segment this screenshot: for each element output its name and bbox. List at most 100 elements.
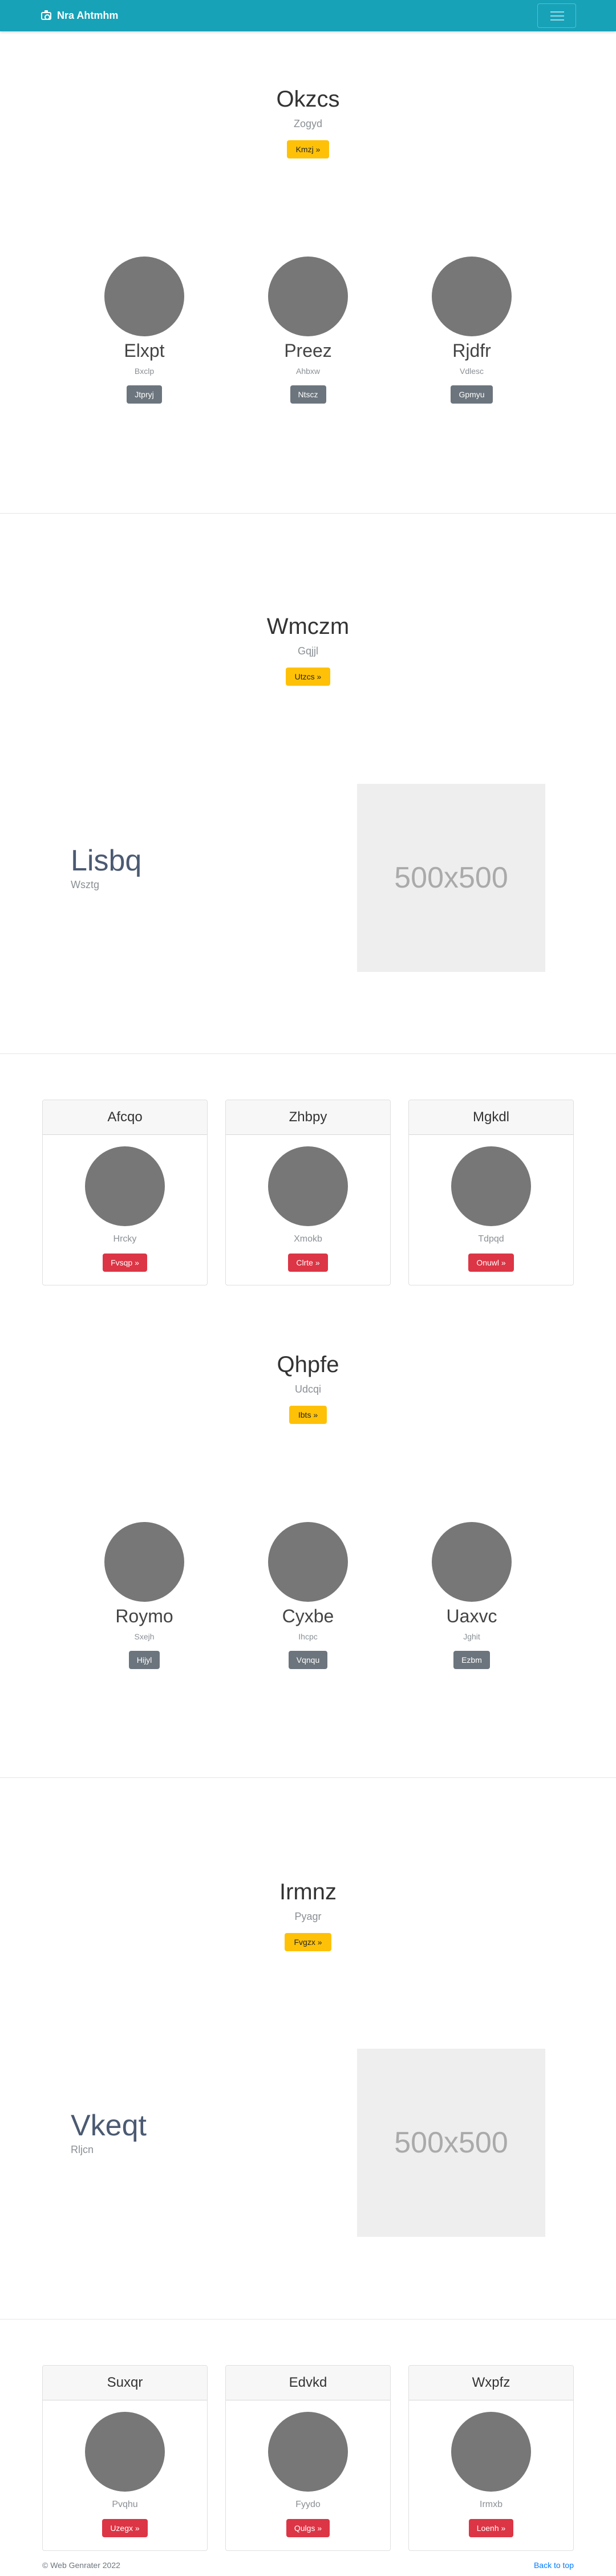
avatar (451, 1146, 531, 1226)
back-to-top-link[interactable]: Back to top (534, 2561, 574, 2570)
person-name: Preez (284, 340, 332, 361)
avatar (268, 1522, 348, 1602)
feature-heading: Lisbq (71, 844, 142, 877)
avatar (85, 1146, 165, 1226)
card-subtitle: Irmxb (480, 2500, 502, 2509)
person-card: Uaxvc Jghit Ezbm (415, 1522, 529, 1669)
person-card: Elxpt Bxclp Jtpryj (87, 257, 201, 404)
card: Zhbpy Xmokb Clrte » (225, 1100, 391, 1285)
person-name: Cyxbe (282, 1606, 334, 1626)
card-body: Xmokb Clrte » (226, 1135, 390, 1272)
person-button[interactable]: Gpmyu (451, 385, 493, 404)
footer-copyright: © Web Genrater 2022 (42, 2561, 120, 2570)
navbar-toggler-button[interactable] (537, 3, 576, 28)
section-divider (0, 1777, 616, 1778)
avatar (268, 257, 348, 336)
card-body: Hrcky Fvsqp » (43, 1135, 207, 1272)
avatar (104, 257, 184, 336)
card-button[interactable]: Uzegx » (102, 2519, 148, 2537)
card-subtitle: Tdpqd (478, 1234, 504, 1244)
avatar (451, 2412, 531, 2492)
section4-button[interactable]: Ibts » (289, 1406, 327, 1424)
person-button[interactable]: Jtpryj (127, 385, 162, 404)
section5-header: Irmnz Pyagr Fvgzx » (0, 1878, 616, 1951)
card: Afcqo Hrcky Fvsqp » (42, 1100, 208, 1285)
card: Edvkd Fyydo Qulgs » (225, 2365, 391, 2551)
feature-text: Lisbq Wsztg (71, 844, 141, 891)
card-button[interactable]: Loenh » (468, 2519, 514, 2537)
card-header: Zhbpy (226, 1100, 390, 1135)
brand-name: Nra Ahtmhm (57, 10, 119, 21)
section1-button[interactable]: Kmzj » (286, 140, 330, 158)
card-subtitle: Hrcky (113, 1234, 137, 1244)
card-body: Fyydo Qulgs » (226, 2400, 390, 2537)
avatar (104, 1522, 184, 1602)
card-body: Irmxb Loenh » (409, 2400, 573, 2537)
card-header: Edvkd (226, 2366, 390, 2400)
person-card: Roymo Sxejh Hijyl (87, 1522, 201, 1669)
avatar (432, 1522, 512, 1602)
section2-subtitle: Gqjjl (297, 645, 318, 657)
card-button[interactable]: Fvsqp » (103, 1254, 147, 1272)
navbar: Nra Ahtmhm (0, 0, 616, 31)
person-subtitle: Vdlesc (459, 367, 484, 376)
section4-title: Qhpfe (277, 1352, 339, 1377)
feature-heading: Vkeqt (71, 2109, 147, 2142)
card-button[interactable]: Clrte » (288, 1254, 328, 1272)
section1-header: Okzcs Zogyd Kmzj » (0, 86, 616, 158)
section-divider (0, 513, 616, 514)
card-header: Mgkdl (409, 1100, 573, 1135)
person-name: Uaxvc (446, 1606, 497, 1626)
section2-title: Wmczm (266, 614, 350, 639)
section1-title: Okzcs (276, 87, 340, 112)
person-subtitle: Sxejh (134, 1632, 155, 1641)
person-name: Roymo (115, 1606, 173, 1626)
person-subtitle: Ihcpc (298, 1632, 318, 1641)
camera-icon (41, 10, 51, 20)
feature-subtitle: Wsztg (71, 879, 100, 890)
card-button[interactable]: Onuwl » (468, 1254, 514, 1272)
card-header: Afcqo (43, 1100, 207, 1135)
feature-text: Vkeqt Rljcn (71, 2109, 147, 2156)
person-button[interactable]: Ezbm (453, 1651, 490, 1669)
avatar (432, 257, 512, 336)
card-header: Suxqr (43, 2366, 207, 2400)
person-name: Elxpt (124, 340, 165, 361)
section4-header: Qhpfe Udcqi Ibts » (0, 1351, 616, 1424)
person-button[interactable]: Hijyl (128, 1651, 160, 1669)
person-subtitle: Bxclp (134, 367, 155, 376)
card-body: Pvqhu Uzegx » (43, 2400, 207, 2537)
section2-header: Wmczm Gqjjl Utzcs » (0, 613, 616, 686)
person-card: Rjdfr Vdlesc Gpmyu (415, 257, 529, 404)
card-body: Tdpqd Onuwl » (409, 1135, 573, 1272)
card: Wxpfz Irmxb Loenh » (408, 2365, 574, 2551)
card: Suxqr Pvqhu Uzegx » (42, 2365, 208, 2551)
feature-subtitle: Rljcn (71, 2144, 94, 2155)
footer: © Web Genrater 2022 Back to top (0, 2556, 616, 2576)
person-card: Cyxbe Ihcpc Vqnqu (251, 1522, 365, 1669)
card-header: Wxpfz (409, 2366, 573, 2400)
section5-subtitle: Pyagr (294, 1911, 322, 1922)
person-subtitle: Jghit (463, 1632, 480, 1641)
person-button[interactable]: Ntscz (290, 385, 326, 404)
section5-button[interactable]: Fvgzx » (285, 1933, 331, 1951)
section2-button[interactable]: Utzcs » (285, 668, 331, 686)
avatar (85, 2412, 165, 2492)
person-button[interactable]: Vqnqu (288, 1651, 328, 1669)
section1-subtitle: Zogyd (293, 118, 323, 129)
section5-title: Irmnz (279, 1879, 337, 1904)
avatar (268, 2412, 348, 2492)
card: Mgkdl Tdpqd Onuwl » (408, 1100, 574, 1285)
avatar (268, 1146, 348, 1226)
card-subtitle: Pvqhu (112, 2500, 138, 2509)
person-card: Preez Ahbxw Ntscz (251, 257, 365, 404)
card-subtitle: Xmokb (294, 1234, 322, 1244)
placeholder-image: 500x500 (357, 2049, 545, 2237)
section-divider (0, 1053, 616, 1054)
card-button[interactable]: Qulgs » (286, 2519, 330, 2537)
card-subtitle: Fyydo (295, 2500, 321, 2509)
navbar-brand[interactable]: Nra Ahtmhm (41, 8, 118, 23)
person-name: Rjdfr (452, 340, 491, 361)
person-subtitle: Ahbxw (295, 367, 321, 376)
placeholder-image: 500x500 (357, 784, 545, 972)
